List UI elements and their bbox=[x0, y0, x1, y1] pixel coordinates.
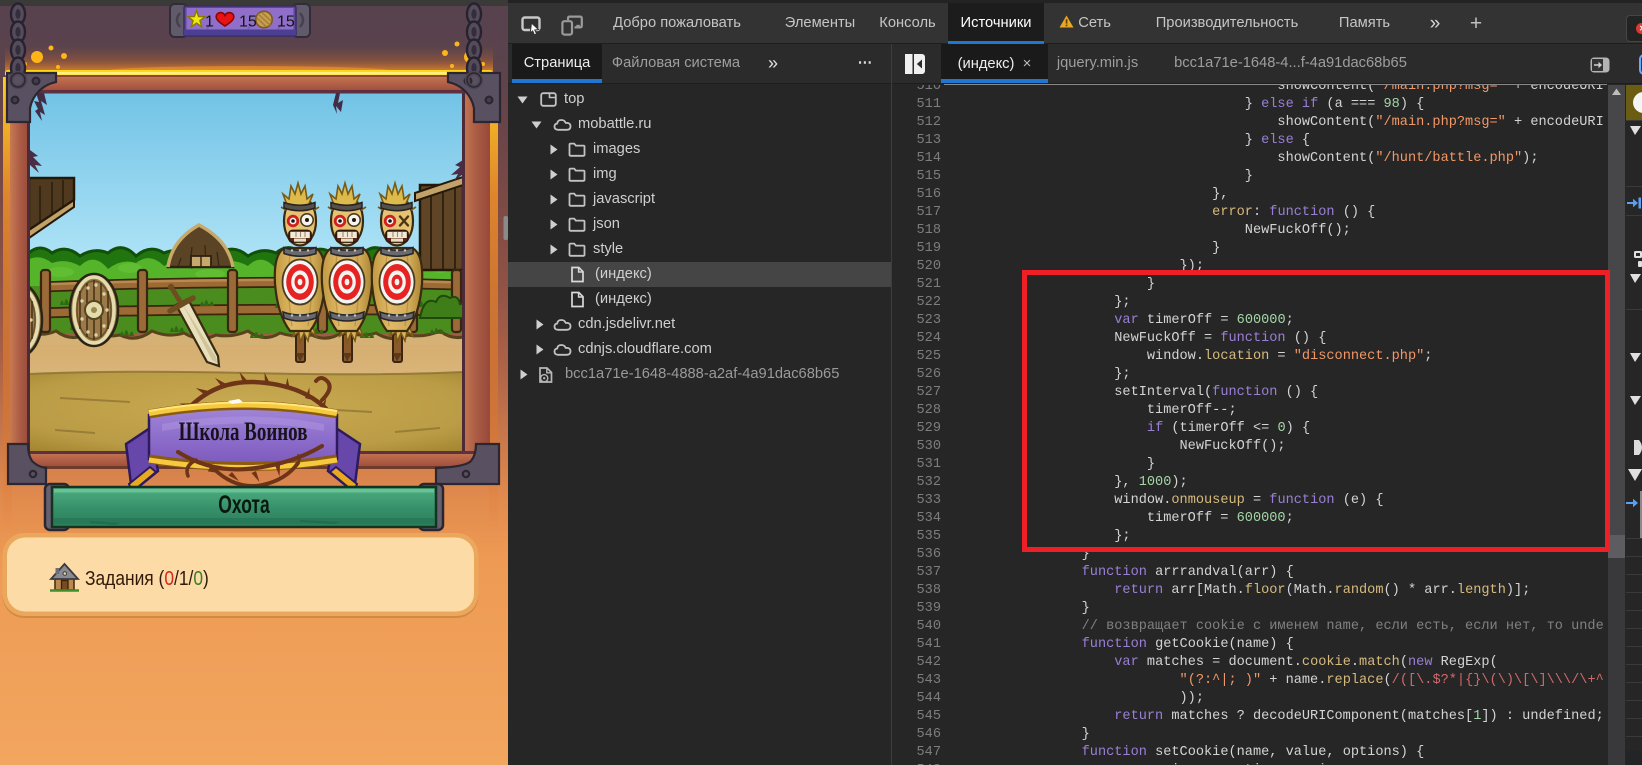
svg-text:15: 15 bbox=[239, 14, 257, 31]
svg-text:15: 15 bbox=[277, 14, 295, 31]
svg-text:Школа Воинов: Школа Воинов bbox=[179, 417, 308, 446]
svg-text:Охота: Охота bbox=[218, 490, 270, 519]
svg-text:Задания (0/1/0): Задания (0/1/0) bbox=[85, 567, 209, 589]
svg-text:1: 1 bbox=[205, 14, 214, 31]
